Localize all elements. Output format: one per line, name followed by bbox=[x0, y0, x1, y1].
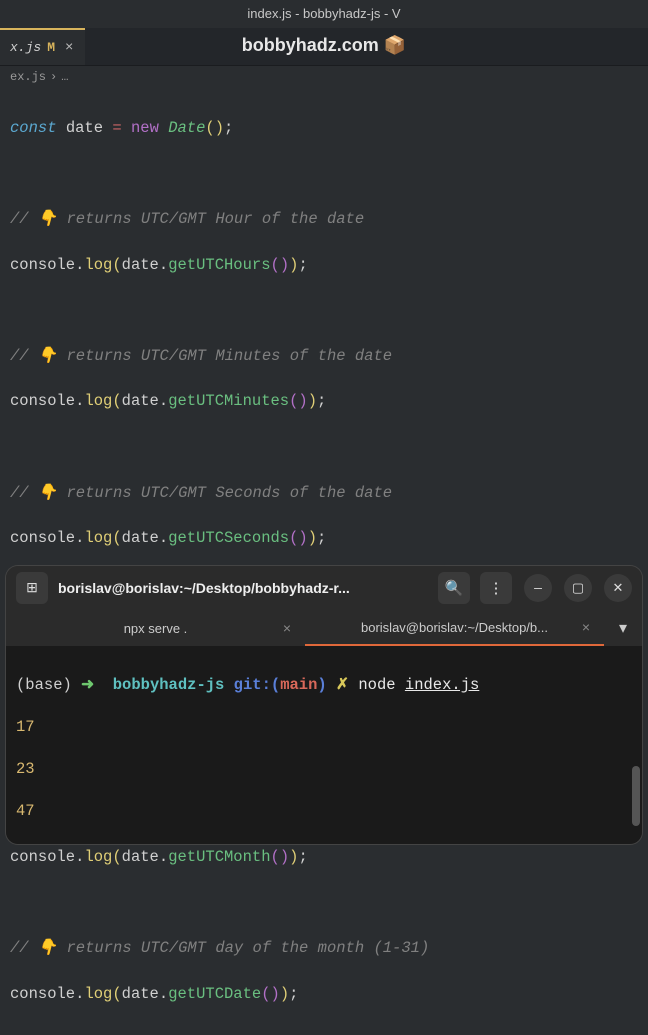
terminal-output[interactable]: (base) ➜ bobbyhadz-js git:(main) ✗ node … bbox=[6, 646, 642, 844]
tab-close-icon[interactable]: × bbox=[283, 620, 291, 636]
terminal-new-tab-button[interactable]: ⊞ bbox=[16, 572, 48, 604]
breadcrumb-file: ex.js bbox=[10, 70, 46, 84]
search-icon[interactable]: 🔍 bbox=[438, 572, 470, 604]
code-editor[interactable]: const date = new Date(); // 👇 returns UT… bbox=[0, 88, 648, 1035]
terminal-scrollbar[interactable] bbox=[632, 766, 640, 826]
minimize-button[interactable]: — bbox=[524, 574, 552, 602]
terminal-tab-2[interactable]: borislav@borislav:~/Desktop/b... × bbox=[305, 610, 604, 646]
terminal-window: ⊞ borislav@borislav:~/Desktop/bobbyhadz-… bbox=[6, 566, 642, 844]
breadcrumb-separator: › bbox=[50, 70, 57, 84]
watermark: bobbyhadz.com 📦 bbox=[0, 35, 648, 56]
tab-dropdown-icon[interactable]: ▾ bbox=[604, 610, 642, 646]
close-button[interactable]: ✕ bbox=[604, 574, 632, 602]
window-title: index.js - bobbyhadz-js - V bbox=[0, 0, 648, 28]
menu-icon[interactable]: ⋮ bbox=[480, 572, 512, 604]
breadcrumb[interactable]: ex.js › … bbox=[0, 66, 648, 88]
breadcrumb-more: … bbox=[61, 70, 68, 84]
terminal-tabs: npx serve . × borislav@borislav:~/Deskto… bbox=[6, 610, 642, 646]
maximize-button[interactable]: ▢ bbox=[564, 574, 592, 602]
terminal-tab-1[interactable]: npx serve . × bbox=[6, 610, 305, 646]
terminal-titlebar: ⊞ borislav@borislav:~/Desktop/bobbyhadz-… bbox=[6, 566, 642, 610]
terminal-title: borislav@borislav:~/Desktop/bobbyhadz-r.… bbox=[58, 580, 428, 596]
tab-close-icon[interactable]: × bbox=[582, 619, 590, 635]
